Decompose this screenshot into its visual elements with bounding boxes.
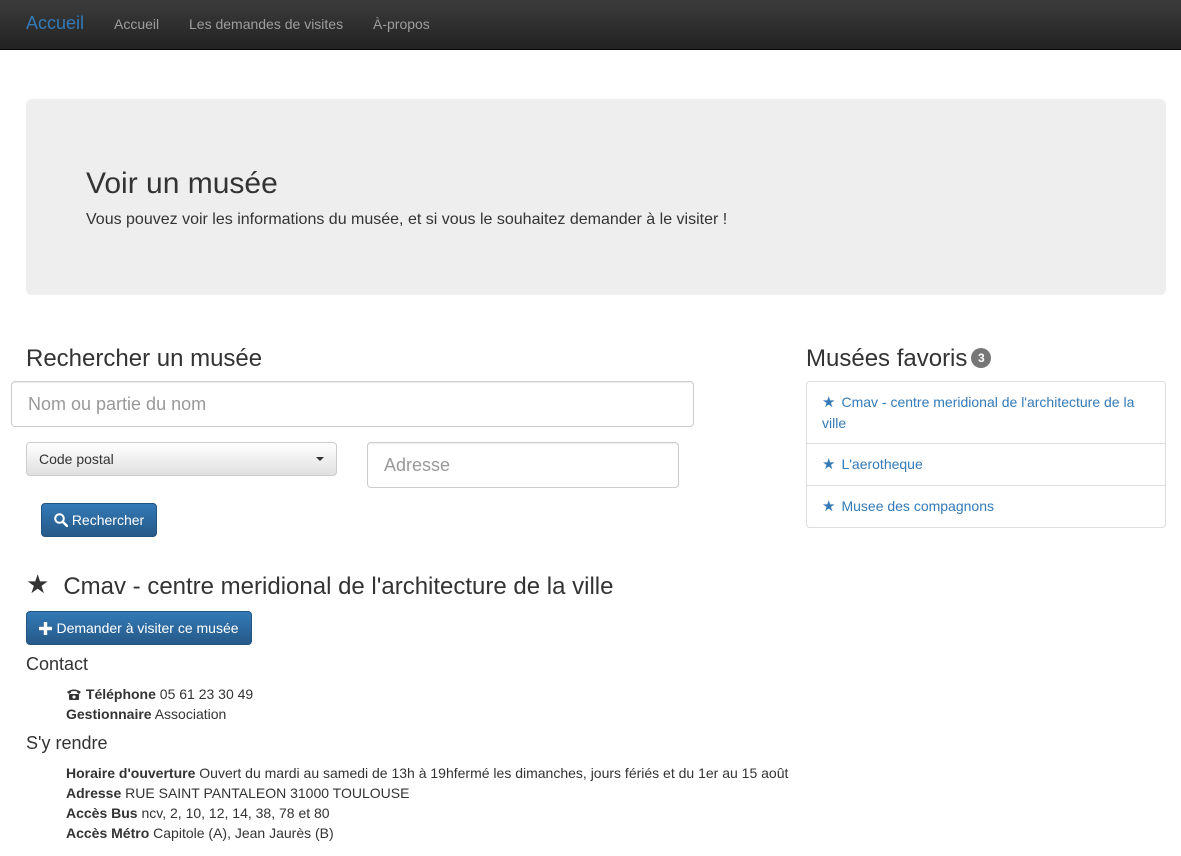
star-icon: ★ bbox=[822, 498, 836, 515]
star-icon: ★ bbox=[822, 394, 836, 411]
phone-icon bbox=[67, 689, 81, 700]
request-visit-button[interactable]: Demander à visiter ce musée bbox=[26, 611, 252, 645]
bus-value: ncv, 2, 10, 12, 14, 38, 78 et 80 bbox=[141, 805, 330, 821]
favorites-list: ★ Cmav - centre meridional de l'architect… bbox=[806, 381, 1166, 528]
phone-label: Téléphone bbox=[85, 686, 156, 702]
navbar: Accueil Accueil Les demandes de visites … bbox=[0, 0, 1181, 50]
hours-label: Horaire d'ouverture bbox=[66, 765, 196, 781]
manager-value: Association bbox=[154, 706, 227, 722]
nav-link-apropos[interactable]: À-propos bbox=[373, 16, 430, 32]
favorites-heading-text: Musées favoris bbox=[806, 345, 968, 372]
address-label: Adresse bbox=[66, 785, 122, 801]
favorites-heading: Musées favoris 3 bbox=[806, 345, 992, 373]
contact-heading: Contact bbox=[26, 654, 89, 674]
page-intro: Vous pouvez voir les informations du mus… bbox=[86, 211, 728, 228]
address-row: Adresse RUE SAINT PANTALEON 31000 TOULOU… bbox=[66, 783, 409, 803]
favorite-star-icon[interactable]: ★ bbox=[26, 569, 49, 600]
bus-row: Accès Bus ncv, 2, 10, 12, 14, 38, 78 et … bbox=[66, 803, 330, 823]
hours-row: Horaire d'ouverture Ouvert du mardi au s… bbox=[66, 763, 788, 783]
search-icon bbox=[54, 513, 68, 527]
jumbotron: Voir un musée Vous pouvez voir les infor… bbox=[26, 99, 1166, 295]
bus-label: Accès Bus bbox=[66, 805, 138, 821]
navbar-brand[interactable]: Accueil bbox=[26, 13, 84, 34]
postal-code-select-label: Code postal bbox=[39, 451, 114, 467]
manager-label: Gestionnaire bbox=[66, 706, 152, 722]
address-value: RUE SAINT PANTALEON 31000 TOULOUSE bbox=[125, 785, 410, 801]
search-button[interactable]: Rechercher bbox=[41, 503, 157, 537]
address-input[interactable]: Adresse bbox=[367, 442, 679, 488]
nav-link-accueil[interactable]: Accueil bbox=[114, 16, 159, 32]
museum-name: Cmav - centre meridional de l'architectu… bbox=[63, 572, 614, 600]
metro-row: Accès Métro Capitole (A), Jean Jaurès (B… bbox=[66, 823, 334, 843]
metro-label: Accès Métro bbox=[66, 825, 150, 841]
favorite-item[interactable]: ★ Cmav - centre meridional de l'architect… bbox=[807, 382, 1165, 444]
favorite-item-label: Musee des compagnons bbox=[841, 498, 994, 514]
favorite-item-label: L'aerotheque bbox=[841, 456, 923, 472]
phone-row: Téléphone 05 61 23 30 49 bbox=[66, 684, 253, 704]
star-icon: ★ bbox=[822, 456, 836, 473]
page-title: Voir un musée bbox=[86, 167, 278, 200]
access-heading: S'y rendre bbox=[26, 733, 108, 753]
metro-value: Capitole (A), Jean Jaurès (B) bbox=[153, 825, 334, 841]
chevron-down-icon bbox=[316, 457, 324, 461]
request-visit-button-label: Demander à visiter ce musée bbox=[56, 620, 239, 636]
plus-icon bbox=[39, 621, 53, 635]
museum-name-input[interactable]: Nom ou partie du nom bbox=[11, 381, 694, 427]
favorite-item-label: Cmav - centre meridional de l'architectu… bbox=[822, 394, 1135, 431]
nav-link-demandes[interactable]: Les demandes de visites bbox=[189, 16, 343, 32]
postal-code-select[interactable]: Code postal bbox=[26, 442, 337, 476]
hours-value: Ouvert du mardi au samedi de 13h à 19hfe… bbox=[199, 765, 789, 781]
favorite-item[interactable]: ★ L'aerotheque bbox=[807, 444, 1165, 486]
search-heading: Rechercher un musée bbox=[26, 345, 263, 372]
phone-value: 05 61 23 30 49 bbox=[159, 686, 254, 702]
favorites-count-badge: 3 bbox=[971, 347, 992, 368]
museum-heading: ★ Cmav - centre meridional de l'architec… bbox=[26, 569, 614, 602]
favorite-item[interactable]: ★ Musee des compagnons bbox=[807, 486, 1165, 527]
manager-row: Gestionnaire Association bbox=[66, 704, 226, 724]
search-button-label: Rechercher bbox=[71, 512, 145, 528]
